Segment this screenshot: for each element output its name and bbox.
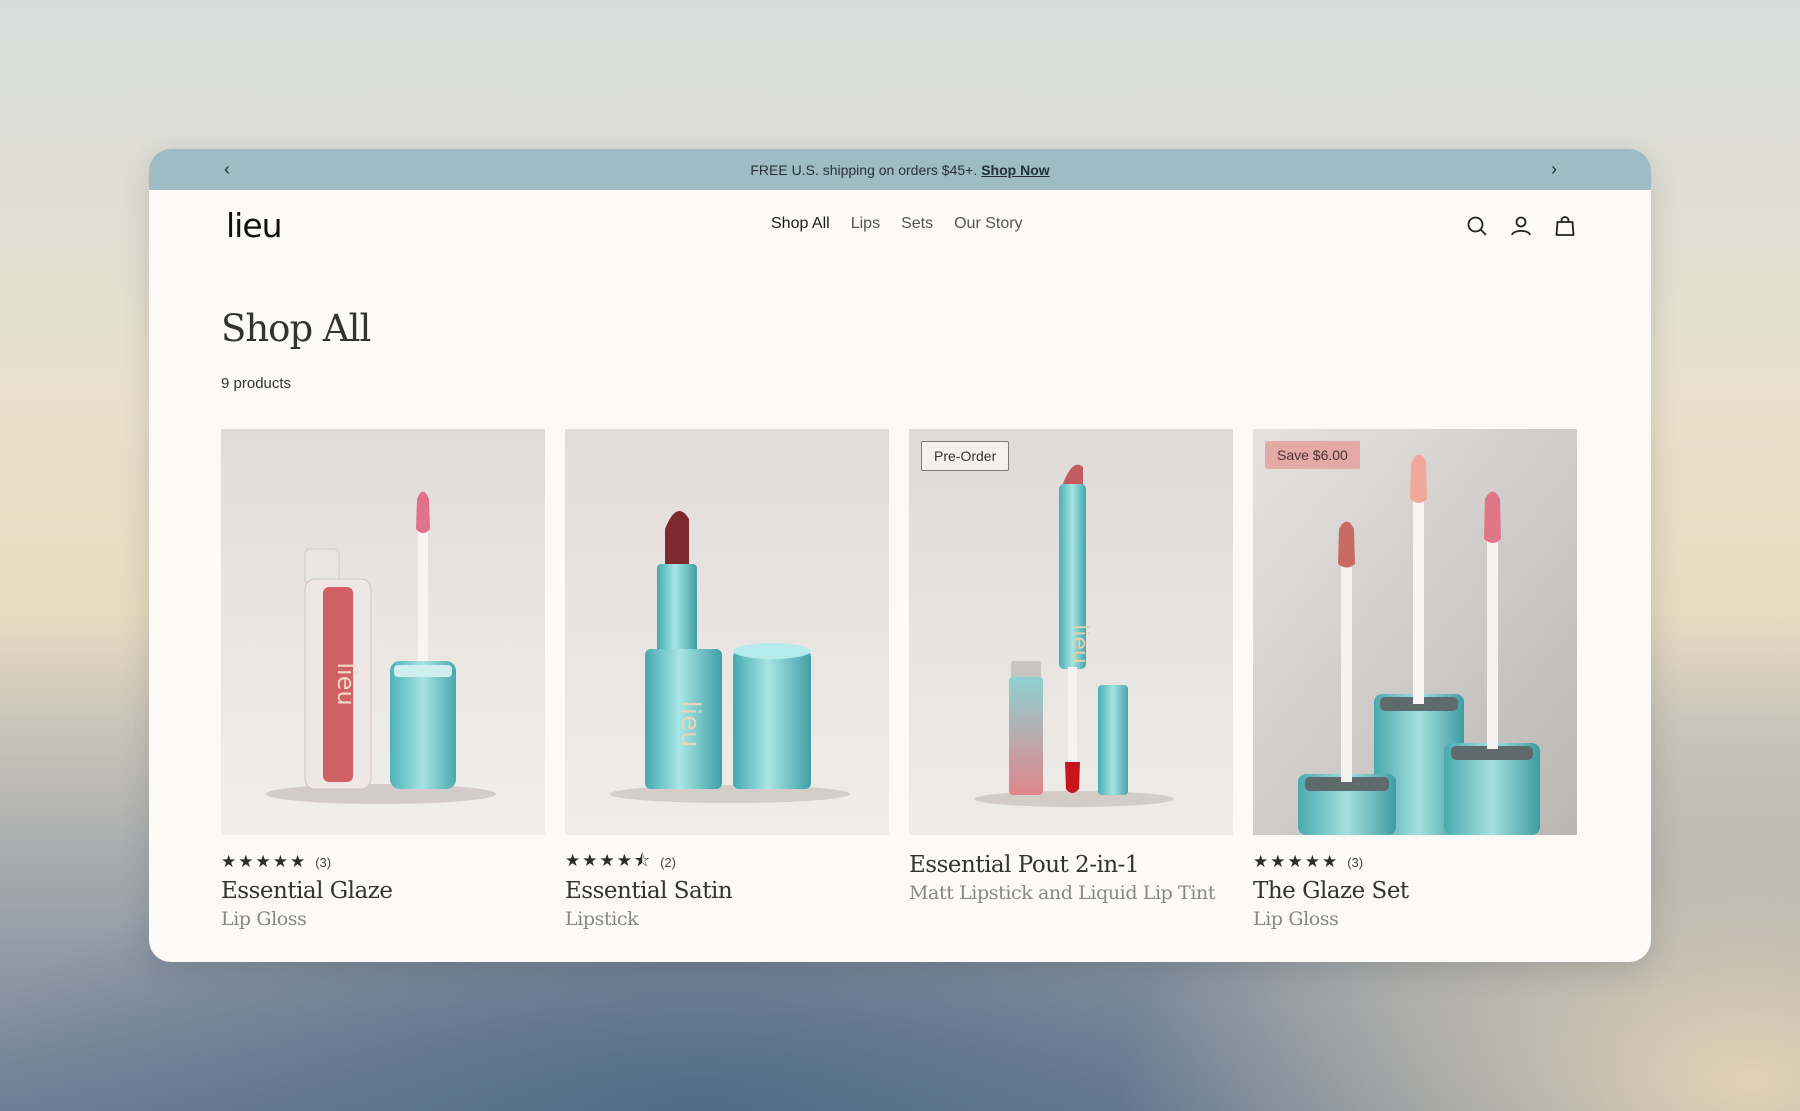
product-subtitle: Lip Gloss bbox=[221, 908, 307, 930]
search-icon[interactable] bbox=[1465, 214, 1489, 238]
announcement-text: FREE U.S. shipping on orders $45+. bbox=[750, 161, 978, 178]
product-image-essential-satin[interactable]: lieu bbox=[565, 429, 889, 835]
rating-stars: ★★★★★ bbox=[1253, 852, 1340, 871]
rating: ★★★★⯪ (2) bbox=[565, 851, 889, 872]
review-count[interactable]: (2) bbox=[660, 855, 676, 870]
review-count[interactable]: (3) bbox=[315, 855, 331, 870]
nav-shop-all[interactable]: Shop All bbox=[771, 215, 830, 233]
product-name[interactable]: The Glaze Set bbox=[1253, 878, 1577, 904]
announcement-bar: ‹ FREE U.S. shipping on orders $45+. Sho… bbox=[149, 149, 1651, 190]
product-name[interactable]: Essential Satin bbox=[565, 878, 889, 904]
account-icon[interactable] bbox=[1509, 214, 1533, 238]
svg-text:lieu: lieu bbox=[675, 701, 705, 748]
rating: ★★★★★ (3) bbox=[1253, 852, 1577, 872]
product-image-the-glaze-set[interactable]: Save $6.00 bbox=[1253, 429, 1577, 835]
nav-sets[interactable]: Sets bbox=[901, 215, 933, 233]
product-count: 9 products bbox=[221, 375, 292, 392]
review-count[interactable]: (3) bbox=[1347, 855, 1363, 870]
product-card-the-glaze-set[interactable]: Save $6.00 ★★★★★ (3) The Glaze Set Lip G… bbox=[1253, 429, 1577, 930]
brand-logo[interactable]: lieu bbox=[226, 206, 283, 245]
header-actions bbox=[1465, 214, 1577, 238]
product-card-essential-satin[interactable]: lieu ★★★★⯪ (2) Essential Satin Lipstick bbox=[565, 429, 889, 930]
svg-text:lieu: lieu bbox=[332, 662, 360, 705]
product-card-essential-glaze[interactable]: lieu ★★★★★ (3) Essential Glaze Lip Gloss bbox=[221, 429, 545, 930]
browser-window: ‹ FREE U.S. shipping on orders $45+. Sho… bbox=[149, 149, 1651, 962]
site-header: lieu Shop All Lips Sets Our Story bbox=[149, 190, 1651, 262]
chevron-left-icon[interactable]: ‹ bbox=[212, 149, 242, 190]
rating: ★★★★★ (3) bbox=[221, 852, 545, 872]
page-title: Shop All bbox=[221, 307, 371, 350]
product-subtitle: Lipstick bbox=[565, 908, 639, 930]
nav-lips[interactable]: Lips bbox=[851, 215, 880, 233]
product-grid: lieu ★★★★★ (3) Essential Glaze Lip Gloss bbox=[221, 429, 1577, 930]
svg-text:lieu: lieu bbox=[1067, 624, 1092, 664]
main-nav: Shop All Lips Sets Our Story bbox=[771, 215, 1023, 233]
product-subtitle: Matt Lipstick and Liquid Lip Tint bbox=[909, 882, 1216, 904]
product-name[interactable]: Essential Pout 2-in-1 bbox=[909, 852, 1233, 878]
nav-our-story[interactable]: Our Story bbox=[954, 215, 1022, 233]
product-name[interactable]: Essential Glaze bbox=[221, 878, 545, 904]
preorder-badge: Pre-Order bbox=[921, 441, 1010, 471]
product-image-essential-pout[interactable]: lieu Pre-Order bbox=[909, 429, 1233, 835]
product-subtitle: Lip Gloss bbox=[1253, 908, 1339, 930]
rating-stars: ★★★★★ bbox=[221, 852, 308, 871]
product-image-essential-glaze[interactable]: lieu bbox=[221, 429, 545, 835]
product-card-essential-pout[interactable]: lieu Pre-Order Essential Pout 2-in-1 Mat… bbox=[909, 429, 1233, 930]
rating-stars: ★★★★⯪ bbox=[565, 850, 653, 870]
bag-icon[interactable] bbox=[1553, 214, 1577, 238]
shop-now-link[interactable]: Shop Now bbox=[981, 162, 1049, 178]
sale-badge: Save $6.00 bbox=[1265, 441, 1360, 469]
chevron-right-icon[interactable]: › bbox=[1539, 149, 1569, 190]
